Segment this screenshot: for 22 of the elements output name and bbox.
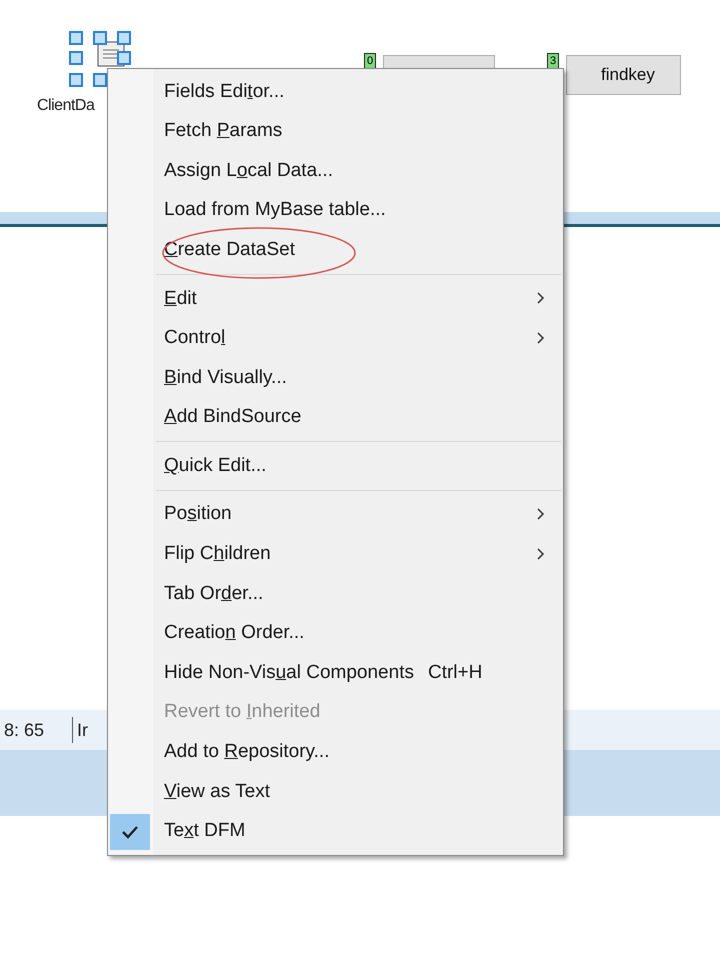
menu-item[interactable]: Quick Edit... bbox=[108, 446, 563, 486]
menu-item[interactable]: Add BindSource bbox=[108, 398, 563, 438]
designer-button[interactable]: findkey bbox=[566, 55, 681, 95]
status-text: Ir bbox=[72, 717, 88, 743]
menu-item[interactable]: View as Text bbox=[108, 772, 563, 812]
menu-item[interactable]: Text DFM bbox=[108, 812, 563, 852]
menu-item[interactable]: Control bbox=[108, 318, 563, 358]
menu-item[interactable]: Bind Visually... bbox=[108, 358, 563, 398]
component-label: ClientDa bbox=[37, 96, 94, 116]
menu-item[interactable]: Add to Repository... bbox=[108, 732, 563, 772]
menu-item[interactable]: Fetch Params bbox=[108, 112, 563, 152]
menu-item[interactable]: Creation Order... bbox=[108, 614, 563, 654]
shortcut-text: Ctrl+H bbox=[428, 660, 482, 685]
menu-item[interactable]: Assign Local Data... bbox=[108, 151, 563, 191]
menu-item[interactable]: Fields Editor... bbox=[108, 72, 563, 112]
cursor-position: 8: 65 bbox=[4, 718, 46, 742]
menu-item[interactable]: Flip Children bbox=[108, 534, 563, 574]
menu-item[interactable]: Load from MyBase table... bbox=[108, 190, 563, 230]
menu-item[interactable]: Hide Non-Visual Components Ctrl+H bbox=[108, 653, 563, 693]
menu-item[interactable]: Edit bbox=[108, 278, 563, 319]
menu-item[interactable]: Position bbox=[108, 494, 563, 535]
menu-item[interactable]: Tab Order... bbox=[108, 574, 563, 614]
